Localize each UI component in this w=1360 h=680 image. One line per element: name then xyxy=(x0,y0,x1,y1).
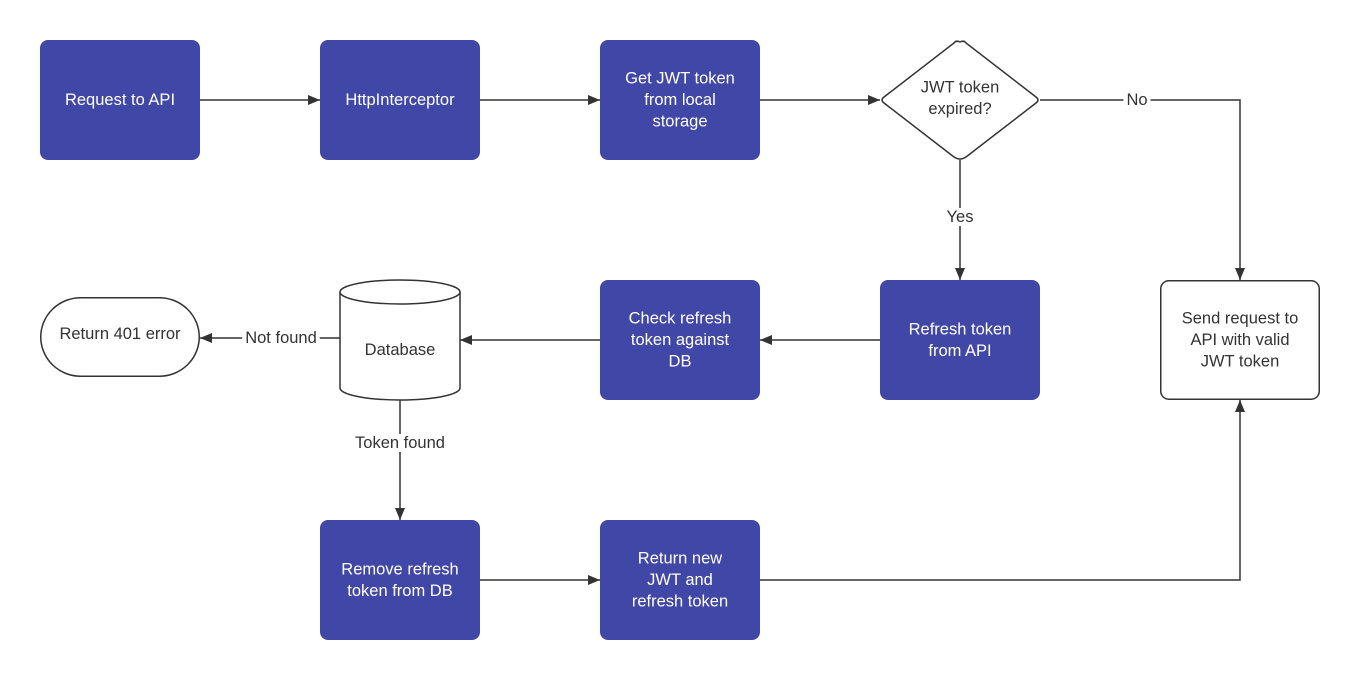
node-return-401[interactable]: Return 401 error xyxy=(40,297,200,377)
node-label-line: expired? xyxy=(928,100,991,118)
node-label-line: DB xyxy=(669,353,692,371)
arrow-line xyxy=(1040,99,1245,280)
edge-label-decision-no: No xyxy=(1123,91,1151,109)
node-label-line: JWT token xyxy=(1201,353,1280,371)
node-label-line: Return 401 error xyxy=(59,325,181,343)
node-label-line: refresh token xyxy=(632,593,728,611)
connector-return-to-send xyxy=(760,400,1245,581)
node-return-new-tokens[interactable]: Return new JWT and refresh token xyxy=(600,520,760,640)
node-label-line: API with valid xyxy=(1190,331,1289,349)
node-get-jwt-token[interactable]: Get JWT token from local storage xyxy=(600,40,760,160)
edge-label-database-token-found: Token found xyxy=(352,434,448,452)
node-jwt-expired-decision[interactable]: JWT token expired? xyxy=(881,40,1039,160)
node-request-to-api[interactable]: Request to API xyxy=(40,40,200,160)
node-refresh-token-from-api[interactable]: Refresh token from API xyxy=(880,280,1040,400)
node-label-line: JWT token xyxy=(921,78,1000,96)
process-shape xyxy=(880,280,1040,400)
node-label-line: Request to API xyxy=(65,91,175,109)
node-remove-refresh-token[interactable]: Remove refresh token from DB xyxy=(320,520,480,640)
node-check-refresh-token[interactable]: Check refresh token against DB xyxy=(600,280,760,400)
nodes-layer: Request to API HttpInterceptor Get JWT tok… xyxy=(40,40,1320,640)
node-label-line: JWT and xyxy=(647,571,713,589)
node-label-line: token against xyxy=(631,331,730,349)
node-label-line: token from DB xyxy=(347,582,452,600)
node-label-line: Refresh token xyxy=(909,320,1012,338)
edge-label-text: No xyxy=(1126,91,1147,109)
edge-label-decision-yes: Yes xyxy=(943,208,977,226)
node-label-line: from API xyxy=(928,342,991,360)
edge-label-text: Token found xyxy=(355,434,445,452)
node-database[interactable]: Database xyxy=(339,279,461,401)
process-shape xyxy=(320,520,480,640)
node-label-line: Database xyxy=(365,341,436,359)
node-http-interceptor[interactable]: HttpInterceptor xyxy=(320,40,480,160)
flowchart-canvas: Request to API HttpInterceptor Get JWT tok… xyxy=(40,40,1320,640)
node-label-line: HttpInterceptor xyxy=(345,91,455,109)
node-label-line: Send request to xyxy=(1182,310,1299,328)
node-label-line: Remove refresh xyxy=(341,560,458,578)
node-label-line: storage xyxy=(652,113,707,131)
database-cylinder-top xyxy=(339,279,461,305)
edge-label-database-not-found: Not found xyxy=(242,329,320,347)
edge-label-text: Not found xyxy=(245,329,317,347)
node-label-line: Return new xyxy=(638,550,722,568)
node-label-line: Get JWT token xyxy=(625,70,735,88)
edge-label-text: Yes xyxy=(947,208,974,226)
connector-decision-no xyxy=(1040,99,1245,280)
arrow-line xyxy=(760,400,1245,581)
node-label-line: Check refresh xyxy=(629,310,732,328)
node-label-line: from local xyxy=(644,91,716,109)
node-send-request[interactable]: Send request to API with valid JWT token xyxy=(1160,280,1320,400)
